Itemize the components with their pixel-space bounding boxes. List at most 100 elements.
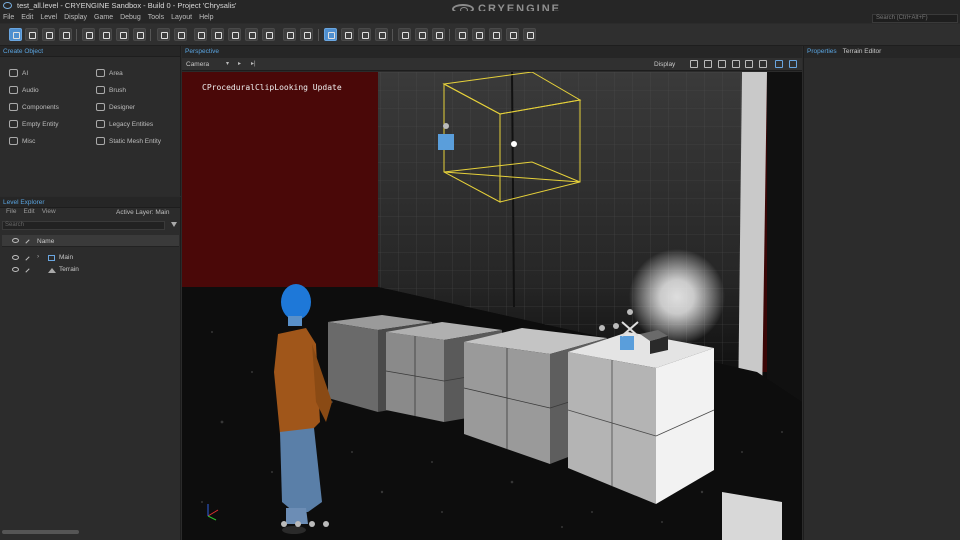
link-icon[interactable] bbox=[228, 28, 241, 41]
create-item-misc[interactable]: Misc bbox=[9, 137, 35, 145]
bulb-helper-icon-4[interactable] bbox=[627, 309, 633, 315]
maximize-icon[interactable] bbox=[775, 60, 783, 68]
menu-game[interactable]: Game bbox=[94, 14, 113, 21]
vr-icon[interactable] bbox=[432, 28, 445, 41]
create-object-title: Create Object bbox=[0, 46, 180, 57]
grid-toggle-icon[interactable] bbox=[690, 60, 698, 68]
viewport-options-icon[interactable] bbox=[789, 60, 797, 68]
ruler-icon[interactable] bbox=[283, 28, 296, 41]
helpers-icon[interactable] bbox=[759, 60, 767, 68]
normal-snap-icon[interactable] bbox=[745, 60, 753, 68]
create-item-legacy-entities[interactable]: Legacy Entities bbox=[96, 120, 153, 128]
viewport-title: Perspective bbox=[182, 46, 802, 58]
explorer-search-input[interactable]: Search bbox=[2, 221, 165, 230]
physics-icon[interactable] bbox=[262, 28, 275, 41]
mute-icon[interactable] bbox=[398, 28, 411, 41]
explorer-menu-file[interactable]: File bbox=[6, 208, 16, 218]
explorer-menu-edit[interactable]: Edit bbox=[23, 208, 34, 218]
path-icon[interactable] bbox=[489, 28, 502, 41]
move-icon[interactable] bbox=[25, 28, 38, 41]
level-explorer-panel: Level Explorer File Edit View Active Lay… bbox=[0, 197, 181, 540]
toolbar-separator bbox=[318, 29, 319, 41]
landscape-icon[interactable] bbox=[506, 28, 519, 41]
menu-file[interactable]: File bbox=[3, 14, 14, 21]
snap-angle-icon[interactable] bbox=[99, 28, 112, 41]
create-item-area[interactable]: Area bbox=[96, 69, 123, 77]
chevron-down-icon[interactable]: ▾ bbox=[226, 60, 229, 67]
create-item-label: Audio bbox=[22, 86, 39, 94]
snap-grid-icon[interactable] bbox=[82, 28, 95, 41]
menu-edit[interactable]: Edit bbox=[21, 14, 33, 21]
audio-icon bbox=[9, 86, 18, 94]
play-forward-icon[interactable]: ▸ bbox=[238, 60, 241, 67]
unlink-icon[interactable] bbox=[245, 28, 258, 41]
create-item-ai[interactable]: AI bbox=[9, 69, 28, 77]
tree-icon[interactable] bbox=[523, 28, 536, 41]
explorer-menu-view[interactable]: View bbox=[42, 208, 56, 218]
explorer-horizontal-scrollbar[interactable] bbox=[2, 530, 79, 534]
create-item-label: Legacy Entities bbox=[109, 120, 154, 128]
create-item-static-mesh-entity[interactable]: Static Mesh Entity bbox=[96, 137, 161, 145]
create-item-components[interactable]: Components bbox=[9, 103, 59, 111]
tab-terrain-editor[interactable]: Terrain Editor bbox=[843, 46, 882, 58]
filter-icon[interactable] bbox=[171, 222, 177, 228]
app-logo-icon[interactable] bbox=[3, 2, 12, 9]
name-column-header[interactable]: Name bbox=[37, 238, 54, 245]
search-icon[interactable] bbox=[174, 28, 187, 41]
pick-icon[interactable] bbox=[300, 28, 313, 41]
menu-display[interactable]: Display bbox=[64, 14, 87, 21]
edit-column-icon[interactable] bbox=[25, 239, 30, 244]
group-icon[interactable] bbox=[211, 28, 224, 41]
create-item-designer[interactable]: Designer bbox=[96, 103, 135, 111]
bulb-helper-icon[interactable] bbox=[443, 123, 449, 129]
create-item-label: Static Mesh Entity bbox=[109, 137, 162, 145]
entity-helper-icon[interactable] bbox=[438, 134, 454, 150]
layer-name: Main bbox=[59, 254, 74, 261]
character-icon[interactable] bbox=[472, 28, 485, 41]
terrain-snap-icon[interactable] bbox=[732, 60, 740, 68]
menu-level[interactable]: Level bbox=[40, 14, 57, 21]
rotate-icon[interactable] bbox=[42, 28, 55, 41]
explorer-row-terrain[interactable]: Terrain bbox=[2, 264, 179, 276]
play-icon[interactable] bbox=[324, 28, 337, 41]
bulb-helper-icon-2[interactable] bbox=[599, 325, 605, 331]
record-icon[interactable] bbox=[358, 28, 371, 41]
menu-help[interactable]: Help bbox=[199, 14, 213, 21]
snap-scale-icon[interactable] bbox=[116, 28, 129, 41]
active-layer-label: Active Layer: Main bbox=[116, 209, 170, 216]
scale-icon[interactable] bbox=[59, 28, 72, 41]
tab-properties[interactable]: Properties bbox=[807, 46, 837, 58]
eye-icon[interactable] bbox=[12, 255, 19, 260]
menu-tools[interactable]: Tools bbox=[148, 14, 164, 21]
global-search-input[interactable]: Search (Ctrl+Alt+F) bbox=[872, 14, 958, 23]
display-dropdown[interactable]: Display bbox=[654, 61, 675, 68]
terrain-icon[interactable] bbox=[455, 28, 468, 41]
eye-icon[interactable] bbox=[12, 267, 19, 272]
menu-layout[interactable]: Layout bbox=[171, 14, 192, 21]
create-item-brush[interactable]: Brush bbox=[96, 86, 126, 94]
create-item-empty-entity[interactable]: Empty Entity bbox=[9, 120, 58, 128]
entity-helper-icon-2[interactable] bbox=[620, 336, 634, 350]
terrain-icon bbox=[48, 268, 56, 273]
light-bulb-icon[interactable] bbox=[511, 141, 517, 147]
bulb-helper-icon-3[interactable] bbox=[613, 323, 619, 329]
pencil-icon[interactable] bbox=[25, 256, 30, 261]
visibility-column-icon[interactable] bbox=[12, 238, 19, 243]
perspective-viewport[interactable]: CProceduralClipLooking Update bbox=[182, 72, 802, 540]
camera-dropdown[interactable]: Camera bbox=[186, 61, 209, 68]
step-icon[interactable]: ▸| bbox=[251, 60, 256, 67]
pencil-icon[interactable] bbox=[25, 268, 30, 273]
menu-debug[interactable]: Debug bbox=[120, 14, 141, 21]
vertex-snap-icon[interactable] bbox=[157, 28, 170, 41]
angle-snap-icon[interactable] bbox=[704, 60, 712, 68]
select-icon[interactable] bbox=[9, 28, 22, 41]
volume-icon[interactable] bbox=[415, 28, 428, 41]
explorer-row-main[interactable]: › Main bbox=[2, 252, 179, 264]
camera-icon[interactable] bbox=[341, 28, 354, 41]
scale-snap-icon[interactable] bbox=[718, 60, 726, 68]
ai-icon[interactable] bbox=[375, 28, 388, 41]
snap-terrain-icon[interactable] bbox=[133, 28, 146, 41]
expand-arrow-icon[interactable]: › bbox=[37, 253, 39, 260]
reference-icon[interactable] bbox=[194, 28, 207, 41]
create-item-audio[interactable]: Audio bbox=[9, 86, 39, 94]
